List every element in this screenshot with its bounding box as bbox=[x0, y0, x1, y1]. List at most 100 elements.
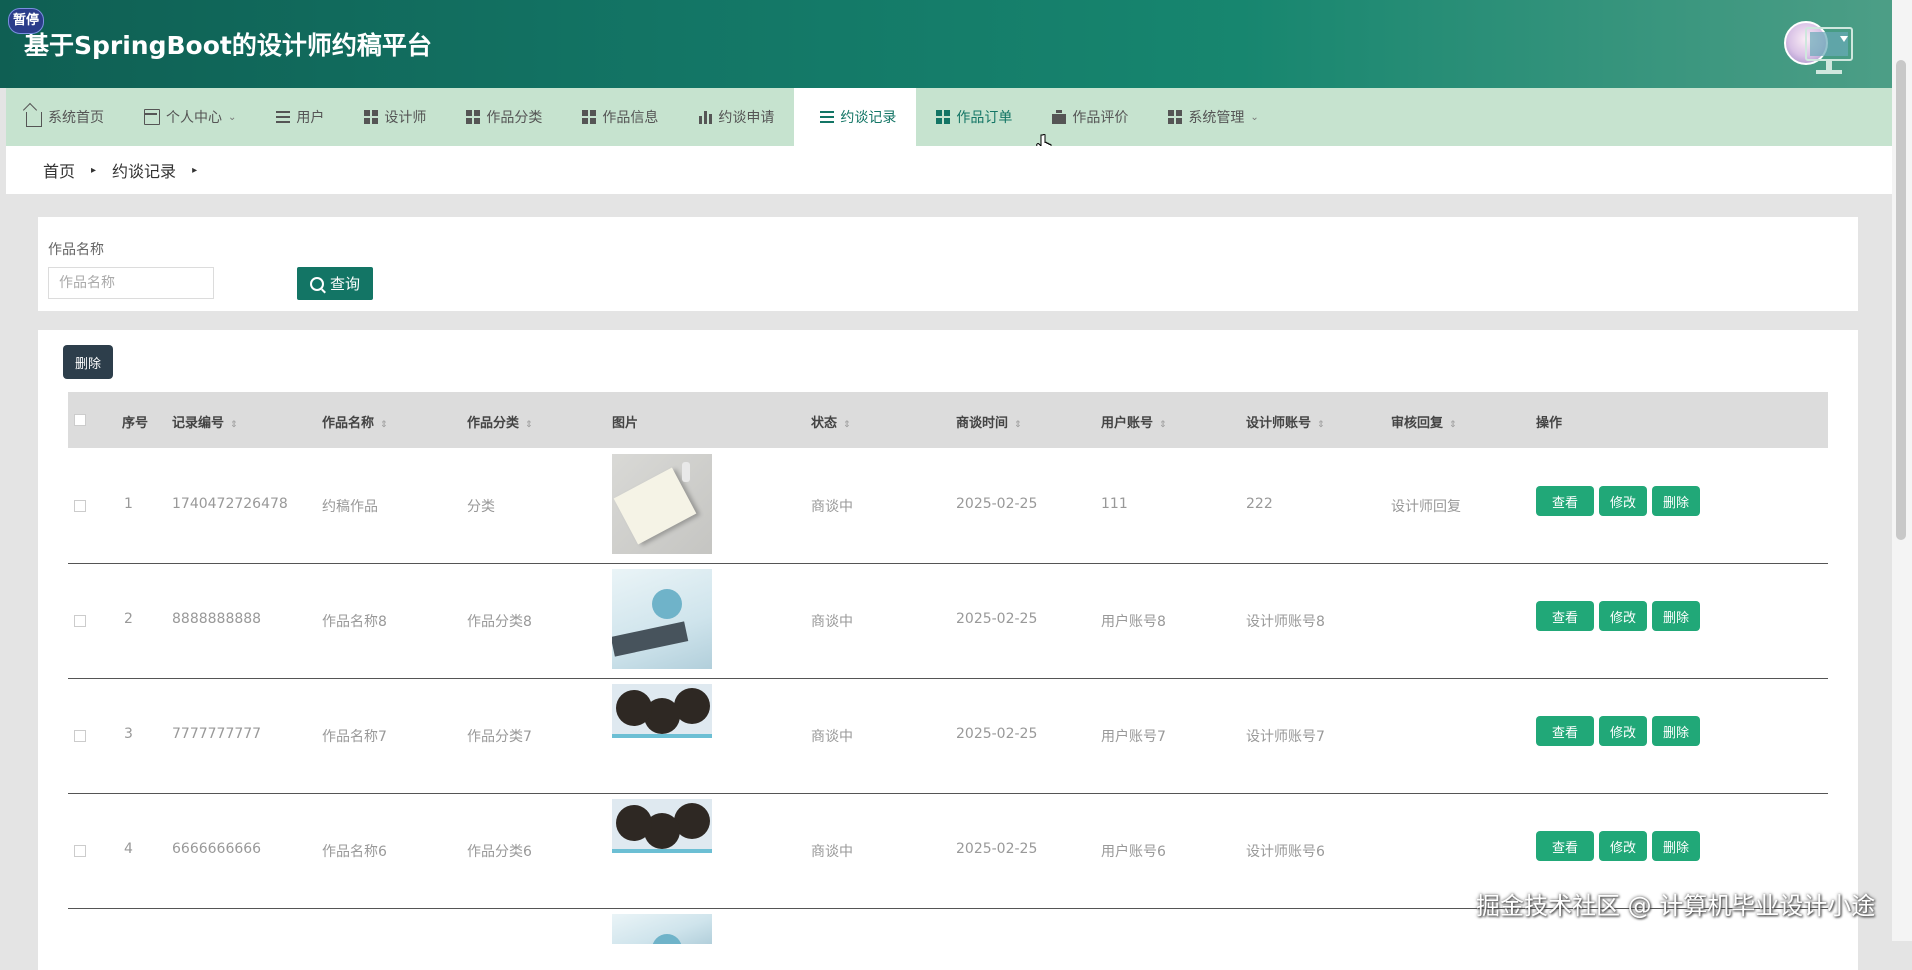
cell-work-name: 约稿作品 bbox=[322, 499, 378, 515]
delete-button[interactable]: 删除 bbox=[1652, 601, 1700, 631]
notebook-photo[interactable] bbox=[612, 454, 712, 554]
pause-badge[interactable]: 暂停 bbox=[8, 8, 44, 34]
briefcase-icon bbox=[1052, 110, 1067, 124]
view-button[interactable]: 查看 bbox=[1536, 486, 1594, 516]
cell-meeting-time: 2025-02-25 bbox=[956, 841, 1038, 857]
cell-index: 1 bbox=[124, 496, 133, 512]
cell-work-category: 作品分类7 bbox=[467, 729, 532, 745]
grid-icon bbox=[582, 110, 597, 124]
nav-label: 作品分类 bbox=[486, 110, 543, 126]
search-icon bbox=[309, 276, 324, 291]
breadcrumb: 首页 ▸ 约谈记录 ▸ bbox=[6, 146, 1892, 194]
card-icon bbox=[144, 109, 160, 125]
lab-photo[interactable] bbox=[612, 914, 712, 944]
nav-item-meeting-requests[interactable]: 约谈申请 bbox=[678, 88, 794, 146]
cell-designer-account: 设计师账号8 bbox=[1246, 614, 1325, 630]
scrollbar-thumb[interactable] bbox=[1896, 60, 1906, 540]
row-checkbox[interactable] bbox=[74, 615, 86, 627]
batch-delete-button[interactable]: 删除 bbox=[63, 345, 113, 379]
nav-item-home[interactable]: 系统首页 bbox=[6, 88, 124, 146]
watermark-text: 掘金技术社区 @ 计算机毕业设计小途 bbox=[1476, 892, 1876, 920]
nav-label: 系统管理 bbox=[1188, 110, 1245, 126]
sort-icon: ⇕ bbox=[1449, 420, 1457, 430]
col-status[interactable]: 状态 ⇕ bbox=[811, 412, 851, 431]
col-work-category[interactable]: 作品分类 ⇕ bbox=[467, 412, 533, 431]
table-row: 2 8888888888 作品名称8 作品分类8 商谈中 2025-02-25 … bbox=[68, 563, 1828, 679]
sort-icon: ⇕ bbox=[1317, 420, 1325, 430]
sort-icon: ⇕ bbox=[1014, 420, 1022, 430]
scientists-illustration[interactable] bbox=[612, 799, 712, 899]
view-button[interactable]: 查看 bbox=[1536, 601, 1594, 631]
top-nav: 系统首页 个人中心 ⌄ 用户 设计师 作品分类 作品信息 约谈申请 约谈记录 作… bbox=[6, 88, 1892, 146]
nav-label: 作品评价 bbox=[1072, 110, 1129, 126]
cell-work-name: 作品名称8 bbox=[322, 614, 387, 630]
edit-button[interactable]: 修改 bbox=[1599, 486, 1647, 516]
delete-button[interactable]: 删除 bbox=[1652, 831, 1700, 861]
chevron-down-icon: ⌄ bbox=[1250, 111, 1259, 123]
nav-label: 约谈记录 bbox=[840, 110, 897, 126]
cell-work-category: 作品分类8 bbox=[467, 614, 532, 630]
search-button[interactable]: 查询 bbox=[297, 267, 373, 300]
col-actions: 操作 bbox=[1536, 416, 1563, 431]
delete-button[interactable]: 删除 bbox=[1652, 486, 1700, 516]
cell-index: 4 bbox=[124, 841, 133, 857]
row-checkbox[interactable] bbox=[74, 730, 86, 742]
row-checkbox[interactable] bbox=[74, 845, 86, 857]
nav-item-users[interactable]: 用户 bbox=[256, 88, 344, 146]
col-work-name[interactable]: 作品名称 ⇕ bbox=[322, 412, 388, 431]
view-button[interactable]: 查看 bbox=[1536, 831, 1594, 861]
cell-designer-account: 222 bbox=[1246, 496, 1273, 512]
sort-icon: ⇕ bbox=[380, 420, 388, 430]
list-icon bbox=[276, 110, 291, 124]
breadcrumb-separator-icon: ▸ bbox=[91, 164, 97, 176]
delete-button[interactable]: 删除 bbox=[1652, 716, 1700, 746]
chevron-down-icon: ⌄ bbox=[228, 111, 237, 123]
cell-work-name: 作品名称6 bbox=[322, 844, 387, 860]
cell-review-reply: 设计师回复 bbox=[1391, 499, 1461, 515]
col-meeting-time[interactable]: 商谈时间 ⇕ bbox=[956, 412, 1022, 431]
nav-item-work-info[interactable]: 作品信息 bbox=[562, 88, 678, 146]
view-button[interactable]: 查看 bbox=[1536, 716, 1594, 746]
edit-button[interactable]: 修改 bbox=[1599, 716, 1647, 746]
work-name-search-input[interactable] bbox=[48, 267, 214, 299]
cell-status: 商谈中 bbox=[811, 499, 853, 515]
row-checkbox[interactable] bbox=[74, 500, 86, 512]
edit-button[interactable]: 修改 bbox=[1599, 601, 1647, 631]
grid-icon bbox=[936, 110, 951, 124]
search-label: 作品名称 bbox=[48, 242, 104, 258]
grid-icon bbox=[466, 110, 481, 124]
nav-item-personal-center[interactable]: 个人中心 ⌄ bbox=[124, 88, 256, 146]
grid-icon bbox=[364, 110, 379, 124]
edit-button[interactable]: 修改 bbox=[1599, 831, 1647, 861]
cell-user-account: 用户账号6 bbox=[1101, 844, 1166, 860]
cell-record-no: 6666666666 bbox=[172, 841, 262, 857]
nav-item-meeting-records[interactable]: 约谈记录 bbox=[794, 88, 917, 146]
scientists-illustration[interactable] bbox=[612, 684, 712, 784]
breadcrumb-home[interactable]: 首页 bbox=[43, 158, 75, 182]
col-record-no[interactable]: 记录编号 ⇕ bbox=[172, 412, 238, 431]
col-designer-account[interactable]: 设计师账号 ⇕ bbox=[1246, 412, 1325, 431]
app-header: 基于SpringBoot的设计师约稿平台 bbox=[0, 0, 1912, 88]
sort-icon: ⇕ bbox=[525, 420, 533, 430]
app-title: 基于SpringBoot的设计师约稿平台 bbox=[24, 31, 432, 60]
col-review-reply[interactable]: 审核回复 ⇕ bbox=[1391, 412, 1457, 431]
search-panel: 作品名称 查询 bbox=[38, 217, 1858, 311]
cell-status: 商谈中 bbox=[811, 844, 853, 860]
monitor-icon bbox=[1805, 27, 1853, 74]
col-index: 序号 bbox=[122, 416, 149, 431]
grid-icon bbox=[1168, 110, 1183, 124]
col-image: 图片 bbox=[612, 416, 639, 431]
cell-status: 商谈中 bbox=[811, 614, 853, 630]
cell-user-account: 用户账号7 bbox=[1101, 729, 1166, 745]
col-user-account[interactable]: 用户账号 ⇕ bbox=[1101, 412, 1167, 431]
sort-icon: ⇕ bbox=[1159, 420, 1167, 430]
cell-designer-account: 设计师账号6 bbox=[1246, 844, 1325, 860]
nav-item-designers[interactable]: 设计师 bbox=[344, 88, 446, 146]
lab-photo[interactable] bbox=[612, 569, 712, 669]
sort-icon: ⇕ bbox=[230, 420, 238, 430]
nav-item-system-management[interactable]: 系统管理 ⌄ bbox=[1148, 88, 1278, 146]
select-all-checkbox[interactable] bbox=[74, 414, 86, 426]
nav-item-work-categories[interactable]: 作品分类 bbox=[446, 88, 562, 146]
nav-item-work-orders[interactable]: 作品订单 bbox=[916, 88, 1032, 146]
nav-label: 用户 bbox=[296, 110, 325, 126]
